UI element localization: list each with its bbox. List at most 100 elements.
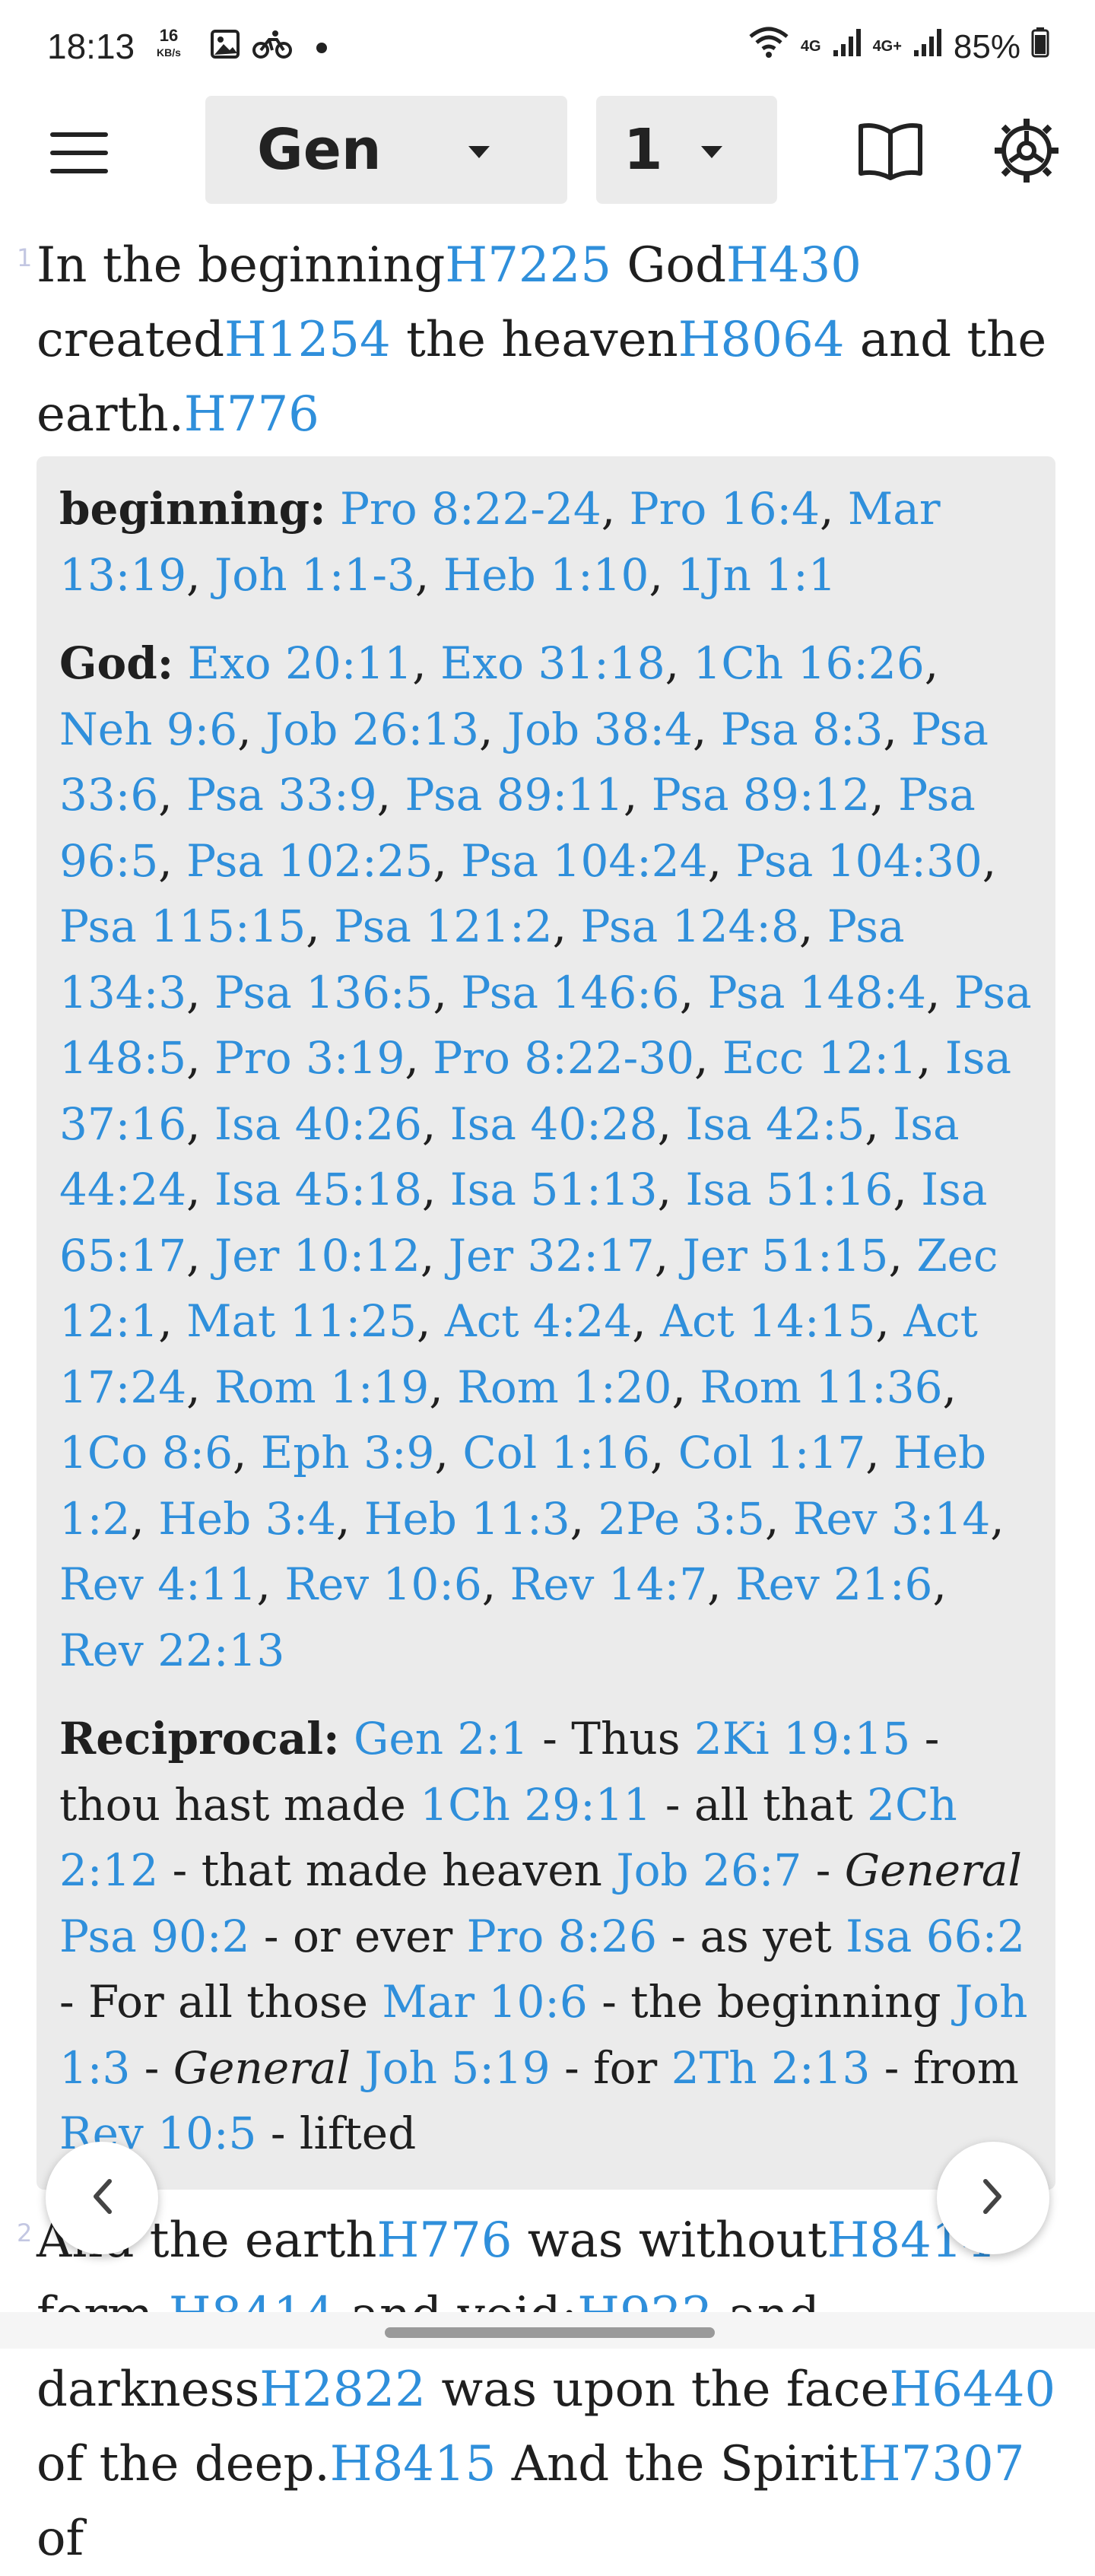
xref-link[interactable]: Rev 22:13 (59, 1625, 284, 1676)
xref-link[interactable]: 2Pe 3:5 (598, 1493, 765, 1545)
chapter-selector-label: 1 (624, 117, 663, 183)
xref-link[interactable]: 1Ch 29:11 (420, 1779, 651, 1831)
xref-separator: , (336, 1492, 364, 1545)
xref-link[interactable]: Psa 124:8 (580, 900, 798, 952)
chevron-down-icon (468, 146, 490, 158)
xref-link[interactable]: Psa 89:11 (405, 769, 624, 821)
xref-link[interactable]: Psa 104:30 (735, 835, 982, 887)
xref-link[interactable]: Isa 40:26 (214, 1098, 422, 1150)
xref-link[interactable]: Psa 148:4 (708, 967, 926, 1018)
menu-icon[interactable] (50, 132, 108, 173)
open-book-icon[interactable] (856, 120, 925, 184)
xref-link[interactable]: Isa 51:13 (450, 1164, 658, 1215)
settings-icon[interactable] (993, 117, 1060, 187)
xref-link[interactable]: Neh 9:6 (59, 704, 237, 755)
xref-link[interactable]: Isa 51:16 (685, 1164, 893, 1215)
xref-link[interactable]: Exo 31:18 (440, 637, 665, 689)
xref-link[interactable]: Psa 33:9 (186, 769, 377, 821)
home-indicator[interactable] (385, 2327, 715, 2338)
strongs-link[interactable]: H776 (184, 386, 319, 443)
xref-separator: , (707, 834, 736, 887)
strongs-link[interactable]: H8415 (330, 2436, 497, 2492)
xref-link[interactable]: Psa 104:24 (461, 835, 707, 887)
xref-link[interactable]: Isa 45:18 (214, 1164, 422, 1215)
xref-link[interactable]: Isa 42:5 (685, 1098, 865, 1150)
xref-link[interactable]: Psa 89:12 (652, 769, 870, 821)
strongs-link[interactable]: H2822 (259, 2362, 426, 2418)
xref-link[interactable]: Pro 8:26 (467, 1911, 657, 1962)
xref-link[interactable]: Act 14:15 (660, 1295, 875, 1347)
xref-link[interactable]: Psa 146:6 (461, 967, 679, 1018)
xref-link[interactable]: Act 4:24 (445, 1295, 632, 1347)
strongs-link[interactable]: H430 (726, 237, 862, 294)
xref-link[interactable]: Rev 3:14 (793, 1493, 990, 1545)
xref-link[interactable]: Isa 40:28 (450, 1098, 658, 1150)
xref-link[interactable]: 2Ki 19:15 (694, 1713, 910, 1764)
xref-link[interactable]: Col 1:17 (678, 1427, 866, 1479)
xref-link[interactable]: Psa 115:15 (59, 900, 306, 952)
xref-link[interactable]: Job 26:13 (265, 704, 479, 755)
book-selector[interactable]: Gen (205, 96, 567, 204)
xref-link[interactable]: Rom 1:20 (457, 1361, 671, 1413)
xref-link[interactable]: Col 1:16 (462, 1427, 650, 1479)
xref-separator: , (694, 1032, 722, 1084)
xref-link[interactable]: Mar 10:6 (382, 1976, 587, 2028)
strongs-link[interactable]: H7307 (859, 2436, 1025, 2492)
strongs-link[interactable]: H8064 (678, 312, 845, 368)
xref-link[interactable]: Pro 3:19 (214, 1032, 405, 1084)
xref-link[interactable]: Rev 10:6 (284, 1558, 481, 1610)
xref-separator: , (186, 1361, 215, 1413)
xref-link[interactable]: 1Co 8:6 (59, 1427, 233, 1479)
xref-link[interactable]: Jer 51:15 (683, 1230, 889, 1282)
xref-link[interactable]: Pro 8:22-24 (340, 483, 601, 535)
xref-link[interactable]: Psa 121:2 (334, 900, 552, 952)
xref-link[interactable]: Psa 8:3 (721, 704, 884, 755)
next-chapter-button[interactable] (937, 2142, 1049, 2254)
strongs-link[interactable]: H7225 (445, 237, 611, 294)
xref-link[interactable]: 2Th 2:13 (671, 2042, 871, 2094)
xref-link[interactable]: Ecc 12:1 (722, 1032, 917, 1084)
xref-separator: , (865, 1097, 893, 1150)
xref-link[interactable]: Eph 3:9 (261, 1427, 435, 1479)
xref-link[interactable]: Psa 102:25 (186, 835, 433, 887)
xref-note: General (173, 2041, 351, 2094)
xref-link[interactable]: Rev 4:11 (59, 1558, 256, 1610)
xref-link[interactable]: Mat 11:25 (186, 1295, 417, 1347)
strongs-link[interactable]: H776 (376, 2212, 512, 2269)
xref-separator: , (654, 1229, 683, 1282)
strongs-link[interactable]: H6440 (889, 2362, 1055, 2418)
xref-text: - for (550, 2041, 671, 2094)
xref-link[interactable]: Rev 21:6 (735, 1558, 932, 1610)
xref-link[interactable]: Isa 66:2 (846, 1911, 1025, 1962)
xref-link[interactable]: Job 38:4 (507, 704, 693, 755)
chapter-selector[interactable]: 1 (596, 96, 777, 204)
xref-link[interactable]: Joh 5:19 (364, 2042, 550, 2094)
verse-text: God (611, 237, 727, 294)
xref-link[interactable]: Exo 20:11 (188, 637, 413, 689)
xref-link[interactable]: Job 26:7 (616, 1844, 801, 1896)
xref-link[interactable]: Psa 90:2 (59, 1911, 250, 1962)
xref-link[interactable]: Rom 11:36 (700, 1361, 942, 1413)
xref-link[interactable]: Psa 136:5 (214, 967, 433, 1018)
xref-link[interactable]: Rev 14:7 (510, 1558, 707, 1610)
xref-link[interactable]: Pro 8:22-30 (433, 1032, 694, 1084)
network-speed: 16 KB/s (157, 27, 181, 61)
xref-link[interactable]: 1Jn 1:1 (677, 549, 836, 601)
previous-chapter-button[interactable] (46, 2142, 158, 2254)
xref-separator: , (657, 1097, 686, 1150)
xref-link[interactable]: Pro 16:4 (630, 483, 820, 535)
xref-link[interactable]: Jer 32:17 (449, 1230, 655, 1282)
xref-link[interactable]: Heb 1:10 (443, 549, 649, 601)
xref-separator: , (601, 483, 630, 535)
xref-link[interactable]: Joh 1:1-3 (214, 549, 415, 601)
xref-link[interactable]: Heb 3:4 (158, 1493, 336, 1545)
xref-link[interactable]: Heb 11:3 (364, 1493, 570, 1545)
xref-separator: , (158, 1295, 187, 1347)
strongs-link[interactable]: H1254 (224, 312, 391, 368)
xref-link[interactable]: Jer 10:12 (214, 1230, 421, 1282)
xref-separator: , (158, 769, 187, 821)
network-type-1: 4G (800, 38, 821, 55)
xref-link[interactable]: Rom 1:19 (214, 1361, 429, 1413)
xref-link[interactable]: Gen 2:1 (354, 1713, 528, 1764)
xref-link[interactable]: 1Ch 16:26 (694, 637, 925, 689)
